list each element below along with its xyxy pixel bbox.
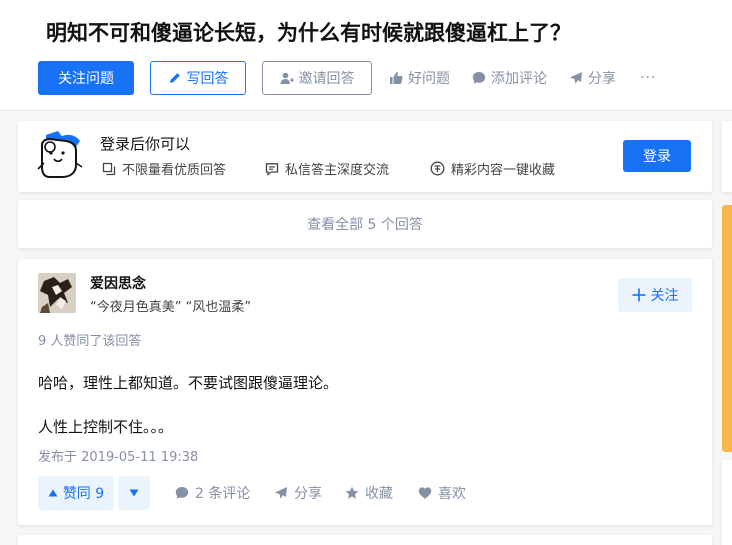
answer-comment-button[interactable]: 2 条评论 — [175, 476, 250, 510]
answer-like-label: 喜欢 — [438, 486, 466, 502]
share-icon — [275, 487, 287, 499]
answer-collect-label: 收藏 — [365, 486, 393, 502]
view-all-answers-label: 查看全部 5 个回答 — [307, 217, 423, 233]
login-prompt-card: 登录后你可以 不限量看优质回答 私信答主深度交流 精彩内容一键收藏 登录 — [18, 121, 712, 192]
question-title: 明知不可和傻逼论长短，为什么有时候就跟傻逼杠上了？ — [46, 21, 571, 45]
star-icon — [345, 486, 359, 499]
sidebar-banner-edge[interactable] — [722, 205, 732, 452]
vote-count-text[interactable]: 9 人赞同了该回答 — [38, 330, 141, 349]
perk-private-message: 私信答主深度交流 — [265, 159, 389, 178]
triangle-up-icon — [48, 489, 58, 497]
author-name[interactable]: 爱因思念 — [90, 273, 146, 293]
perk-one-click-collect: 精彩内容一键收藏 — [430, 159, 555, 178]
view-all-answers-link[interactable]: 查看全部 5 个回答 — [18, 200, 712, 248]
comment-icon — [175, 487, 189, 499]
plus-icon — [632, 288, 645, 302]
triangle-down-icon — [129, 489, 139, 497]
more-actions-button[interactable]: ··· — [640, 61, 656, 95]
invite-user-icon — [280, 72, 294, 84]
upvote-label: 赞同 9 — [62, 486, 105, 502]
comment-icon — [472, 72, 486, 84]
answer-paragraph: 人性上控制不住。。。 — [38, 418, 174, 436]
login-prompt-title: 登录后你可以 — [100, 135, 191, 153]
good-question-button[interactable]: 好问题 — [389, 61, 450, 95]
answer-paragraph: 哈哈，理性上都知道。不要试图跟傻逼理论。 — [38, 374, 339, 392]
copy-icon — [102, 162, 116, 175]
collect-badge-icon — [430, 161, 445, 176]
answer-card: 爱因思念 “今夜月色真美” “风也温柔” 关注 9 人赞同了该回答 哈哈，理性上… — [18, 259, 712, 525]
write-answer-button[interactable]: 写回答 — [150, 61, 246, 95]
add-comment-button[interactable]: 添加评论 — [472, 61, 547, 95]
sidebar-card-edge — [722, 121, 732, 192]
upvote-button[interactable]: 赞同 9 — [38, 476, 114, 510]
follow-question-label: 关注问题 — [58, 71, 114, 87]
write-answer-label: 写回答 — [186, 71, 229, 87]
invite-answer-label: 邀请回答 — [298, 71, 355, 87]
perk-label: 私信答主深度交流 — [285, 163, 390, 178]
login-button[interactable]: 登录 — [623, 140, 691, 172]
sidebar-card-edge — [722, 460, 732, 545]
answer-share-button[interactable]: 分享 — [274, 476, 322, 510]
good-question-label: 好问题 — [408, 71, 450, 87]
more-icon: ··· — [640, 70, 657, 86]
avatar-image — [38, 273, 76, 313]
author-bio: “今夜月色真美” “风也温柔” — [90, 300, 252, 315]
share-question-button[interactable]: 分享 — [569, 61, 616, 95]
answer-like-button[interactable]: 喜欢 — [418, 476, 466, 510]
follow-user-label: 关注 — [650, 288, 679, 304]
share-question-label: 分享 — [588, 71, 616, 87]
perk-label: 精彩内容一键收藏 — [451, 163, 556, 178]
follow-user-button[interactable]: 关注 — [618, 278, 692, 312]
message-icon — [265, 162, 279, 176]
publish-time[interactable]: 发布于 2019-05-11 19:38 — [38, 446, 198, 465]
share-icon — [570, 72, 582, 84]
perk-unlimited-answers: 不限量看优质回答 — [102, 159, 226, 178]
invite-answer-button[interactable]: 邀请回答 — [262, 61, 372, 95]
login-label: 登录 — [643, 149, 671, 165]
heart-icon — [418, 487, 432, 499]
thumbs-up-icon — [390, 72, 403, 84]
mascot-logo — [37, 131, 83, 178]
downvote-button[interactable] — [118, 476, 150, 510]
question-header: 明知不可和傻逼论长短，为什么有时候就跟傻逼杠上了？ 关注问题 写回答 邀请回答 … — [0, 0, 732, 111]
next-answer-card — [18, 535, 712, 545]
follow-question-button[interactable]: 关注问题 — [38, 61, 134, 95]
answer-share-label: 分享 — [294, 486, 322, 502]
perk-label: 不限量看优质回答 — [122, 163, 227, 178]
add-comment-label: 添加评论 — [491, 71, 547, 87]
avatar[interactable] — [38, 273, 76, 313]
answer-collect-button[interactable]: 收藏 — [345, 476, 393, 510]
pencil-icon — [169, 73, 180, 83]
answer-comment-label: 2 条评论 — [195, 486, 251, 502]
